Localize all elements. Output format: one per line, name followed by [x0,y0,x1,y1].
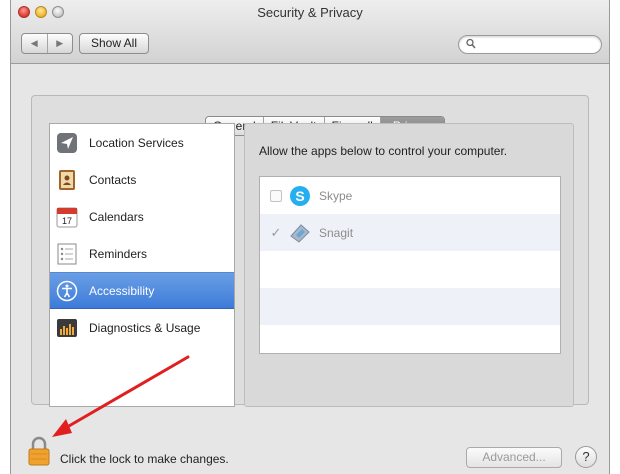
annotation-arrow [52,355,190,437]
